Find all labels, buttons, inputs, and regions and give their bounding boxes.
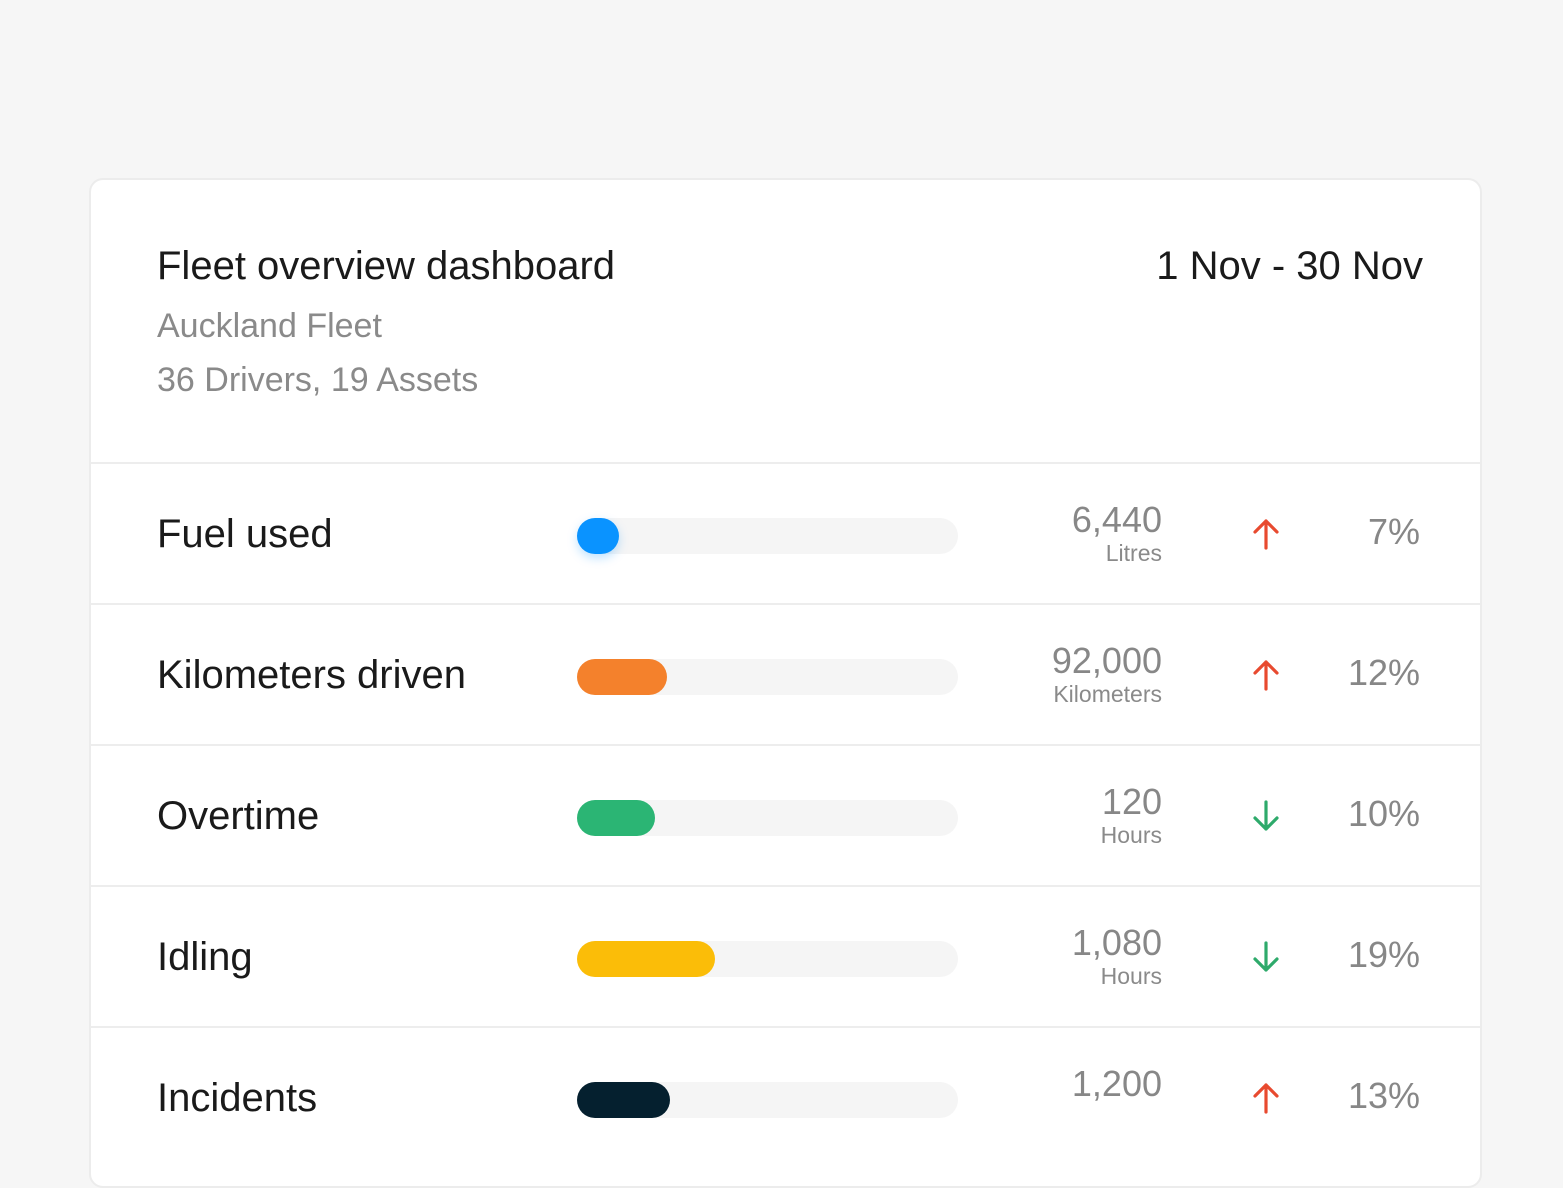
metric-value: 1,080 (1071, 922, 1162, 963)
page-title: Fleet overview dashboard (157, 244, 616, 288)
progress-track (577, 800, 958, 836)
metric-label: Kilometers driven (157, 653, 467, 697)
metric-percent: 7% (1367, 511, 1420, 552)
metric-label: Incidents (157, 1076, 318, 1120)
metric-value: 120 (1101, 781, 1162, 822)
metric-row-incidents[interactable]: Incidents 1,200 13% (91, 1028, 1480, 1169)
fleet-summary: 36 Drivers, 19 Assets (157, 361, 479, 399)
metric-label: Idling (157, 935, 253, 979)
arrow-up-icon (1253, 519, 1279, 550)
metric-unit: Hours (1100, 822, 1162, 848)
arrow-up-icon (1253, 1083, 1279, 1114)
arrow-down-icon (1253, 941, 1279, 972)
metric-unit: Kilometers (1053, 681, 1162, 707)
fleet-name: Auckland Fleet (157, 307, 382, 345)
arrow-down-icon-path (1253, 941, 1279, 972)
metric-percent: 19% (1347, 934, 1420, 975)
metric-unit: Litres (1105, 540, 1162, 566)
metric-value: 1,200 (1071, 1063, 1162, 1104)
metric-row-idling[interactable]: Idling 1,080 Hours 19% (91, 887, 1480, 1028)
dashboard-header: Fleet overview dashboard Auckland Fleet … (91, 180, 1480, 464)
progress-fill (577, 1082, 670, 1118)
metric-label: Fuel used (157, 512, 333, 556)
progress-track (577, 659, 958, 695)
arrow-up-icon-path (1253, 660, 1279, 691)
metric-unit: Hours (1100, 963, 1162, 989)
progress-fill (577, 941, 715, 977)
metric-value-block: 120 Hours (1100, 781, 1162, 849)
metric-row-overtime[interactable]: Overtime 120 Hours 10% (91, 746, 1480, 887)
metric-label: Overtime (157, 794, 320, 838)
metric-value-block: 92,000 Kilometers (1051, 640, 1162, 708)
arrow-down-icon (1253, 800, 1279, 831)
arrow-up-icon-path (1253, 1083, 1279, 1114)
metric-percent: 10% (1347, 793, 1420, 834)
metric-row-fuel-used[interactable]: Fuel used 6,440 Litres 7% (91, 464, 1480, 605)
progress-fill (577, 518, 619, 554)
arrow-up-icon (1253, 660, 1279, 691)
metric-value-block: 1,080 Hours (1071, 922, 1162, 990)
metric-value: 6,440 (1071, 499, 1162, 540)
progress-track (577, 518, 958, 554)
progress-fill (577, 800, 655, 836)
metric-row-kilometers-driven[interactable]: Kilometers driven 92,000 Kilometers 12% (91, 605, 1480, 746)
arrow-down-icon-path (1253, 800, 1279, 831)
arrow-up-icon-path (1253, 519, 1279, 550)
dashboard-card: Fleet overview dashboard Auckland Fleet … (89, 178, 1482, 1188)
metric-value-block: 6,440 Litres (1071, 499, 1162, 567)
date-range[interactable]: 1 Nov - 30 Nov (1156, 242, 1423, 290)
metric-percent: 12% (1347, 652, 1420, 693)
metric-percent: 13% (1347, 1075, 1420, 1116)
metric-value: 92,000 (1051, 640, 1162, 681)
progress-track (577, 1082, 958, 1118)
progress-fill (577, 659, 667, 695)
progress-track (577, 941, 958, 977)
metric-value-block: 1,200 (1072, 1064, 1162, 1104)
